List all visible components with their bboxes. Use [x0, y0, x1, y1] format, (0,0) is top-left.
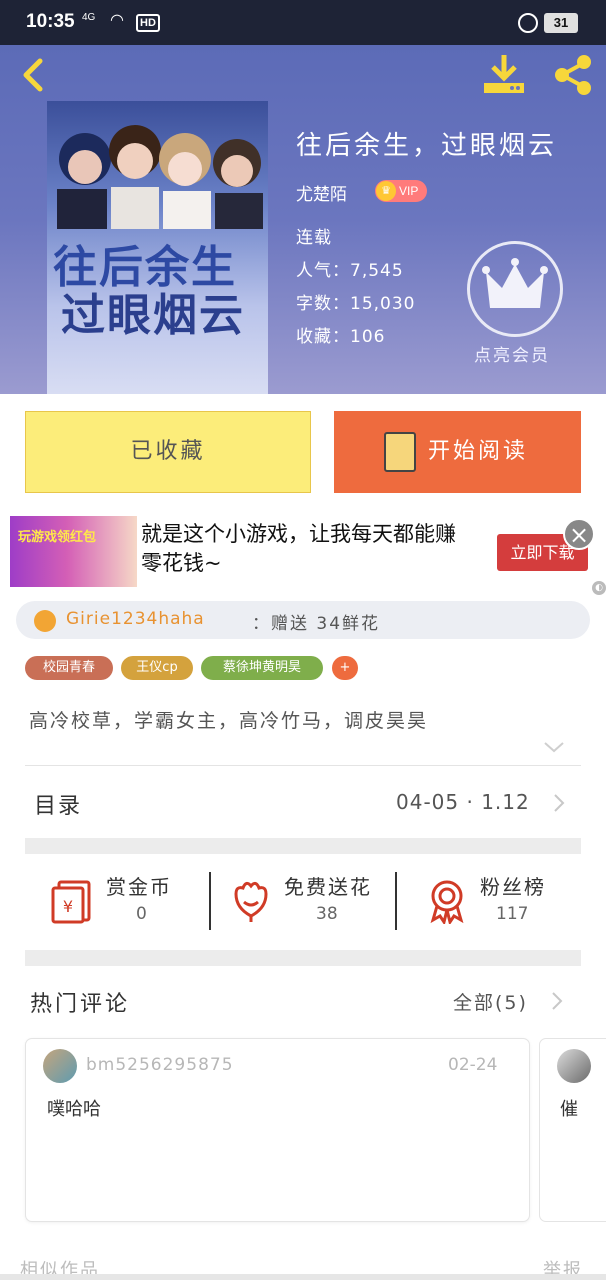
status-bar: 10:35 4G ◠ HD 31	[0, 0, 606, 45]
collected-button[interactable]: 已收藏	[25, 411, 311, 493]
avatar[interactable]	[43, 1049, 77, 1083]
reward-coins[interactable]: ¥ 赏金币 0	[50, 866, 200, 936]
member-button[interactable]	[467, 241, 563, 337]
fans-ranking[interactable]: 粉丝榜 117	[424, 866, 574, 936]
hot-comments-title: 热门评论	[30, 992, 131, 1017]
share-icon	[555, 55, 591, 95]
free-flowers-value: 38	[316, 904, 338, 924]
start-reading-button[interactable]: 开始阅读	[334, 411, 581, 493]
book-title: 往后余生，过眼烟云	[296, 131, 558, 161]
tag-idols[interactable]: 蔡徐坤黄明昊	[201, 656, 323, 680]
hd-icon: HD	[136, 14, 160, 32]
comment-text: 催	[560, 1099, 578, 1120]
ad-text: 就是这个小游戏，让我每天都能赚零花钱~	[141, 522, 456, 575]
book-popularity: 人气：7,545	[296, 261, 404, 281]
hot-comments-header: 热门评论 全部(5)	[0, 976, 606, 1026]
vip-badge: ♛ VIP	[375, 180, 427, 202]
red-envelope-icon: ¥	[51, 880, 91, 924]
expand-chevron-icon[interactable]	[542, 739, 566, 755]
gift-message: ：赠送 34鲜花	[252, 614, 381, 634]
add-tag-button[interactable]: +	[332, 656, 358, 680]
vip-label: VIP	[399, 184, 419, 198]
battery-indicator: 31	[544, 13, 578, 33]
section-divider	[25, 950, 581, 966]
chevron-right-icon	[554, 794, 565, 812]
book-summary: 高冷校草，学霸女主，高冷竹马，调皮昊昊	[29, 710, 429, 732]
ad-banner[interactable]: 玩游戏领红包 就是这个小游戏，让我每天都能赚零花钱~ 立即下载 × ◐	[0, 506, 606, 596]
book-details: Girie1234haha ：赠送 34鲜花 校园青春 王仪cp 蔡徐坤黄明昊 …	[0, 596, 606, 1280]
book-cover[interactable]: 往后余生 过眼烟云	[47, 101, 268, 394]
member-label: 点亮会员	[474, 346, 550, 366]
fans-ranking-value: 117	[496, 904, 529, 924]
comment-username[interactable]: bm5256295875	[86, 1055, 234, 1075]
chevron-right-icon[interactable]	[550, 990, 564, 1012]
comment-card[interactable]: 催	[539, 1038, 606, 1222]
back-button[interactable]	[16, 55, 56, 95]
book-word-count: 字数：15,030	[296, 294, 416, 314]
gift-user[interactable]: Girie1234haha	[66, 609, 205, 629]
svg-text:¥: ¥	[63, 897, 73, 916]
book-favorites: 收藏：106	[296, 327, 386, 347]
crown-icon: ♛	[376, 181, 396, 201]
hand-icon	[34, 610, 56, 632]
bottom-bar	[0, 1274, 606, 1280]
comment-date: 02-24	[448, 1055, 498, 1075]
book-header: 往后余生 过眼烟云 往后余生，过眼烟云 尤楚陌 ♛ VIP 连载 人气：7,54…	[0, 45, 606, 394]
book-icon	[384, 432, 416, 472]
start-reading-label: 开始阅读	[428, 439, 529, 464]
section-divider	[25, 838, 581, 854]
toc-update: 04-05 · 1.12	[396, 790, 530, 814]
ad-close-button[interactable]: ×	[563, 518, 595, 550]
chevron-left-icon	[23, 58, 43, 92]
ad-image: 玩游戏领红包	[10, 516, 137, 587]
reward-coins-label: 赏金币	[106, 875, 172, 899]
tag-couple[interactable]: 王仪cp	[121, 656, 193, 680]
reward-coins-value: 0	[136, 904, 147, 924]
separator	[395, 872, 397, 930]
book-status: 连载	[296, 228, 332, 248]
comment-text: 噗哈哈	[47, 1099, 101, 1120]
separator	[209, 872, 211, 930]
all-comments-link[interactable]: 全部(5)	[453, 988, 528, 1015]
download-icon	[484, 55, 524, 93]
ad-info-icon[interactable]: ◐	[592, 581, 606, 595]
cover-artwork	[57, 125, 263, 229]
free-flowers[interactable]: 免费送花 38	[228, 866, 388, 936]
avatar[interactable]	[557, 1049, 591, 1083]
fans-ranking-label: 粉丝榜	[480, 875, 546, 899]
status-time: 10:35	[26, 11, 75, 32]
share-button[interactable]	[550, 53, 596, 97]
crown-icon	[482, 258, 548, 308]
action-buttons: 已收藏 开始阅读	[0, 394, 606, 506]
comment-card[interactable]: bm5256295875 02-24 噗哈哈	[25, 1038, 530, 1222]
ad-image-text: 玩游戏领红包	[18, 530, 97, 545]
gift-banner: Girie1234haha ：赠送 34鲜花	[16, 601, 590, 639]
flower-icon	[234, 881, 268, 922]
signal-icon: 4G	[82, 12, 96, 23]
cover-title-line2: 过眼烟云	[61, 290, 245, 341]
rotation-lock-icon	[518, 13, 538, 33]
table-of-contents[interactable]: 目录 04-05 · 1.12	[0, 766, 606, 836]
download-button[interactable]	[480, 53, 528, 97]
book-author[interactable]: 尤楚陌	[296, 180, 347, 205]
tag-campus[interactable]: 校园青春	[25, 656, 113, 680]
free-flowers-label: 免费送花	[284, 875, 372, 899]
medal-icon	[430, 880, 464, 924]
wifi-icon: ◠	[110, 10, 124, 29]
toc-label: 目录	[34, 794, 83, 819]
